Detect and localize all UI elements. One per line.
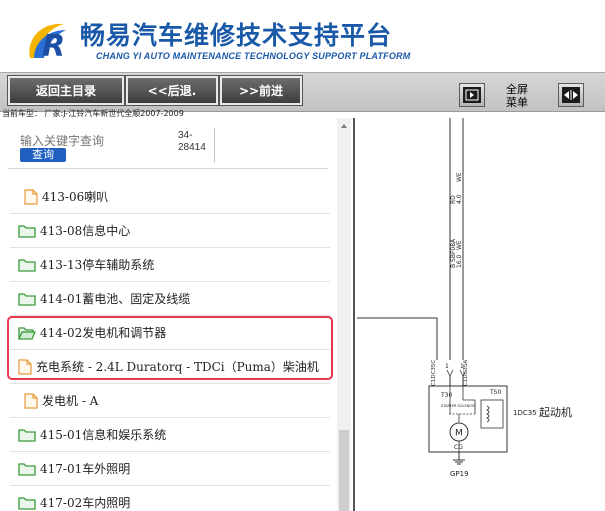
wiring-diagram: RD 4.0 WE B SBF08A 16.0 WE C1DC35C C1DC3… [357,118,572,478]
app-subtitle: CHANG YI AUTO MAINTENANCE TECHNOLOGY SUP… [96,51,411,61]
pin-left: 1 [445,363,449,370]
navigation-panel: 查询 34- 28414 413-06喇叭 413-08信息中心 413-13停… [0,118,355,511]
search-button[interactable]: 查询 [20,148,66,162]
folder-icon [18,496,36,510]
connector-left: C1DC35C [431,360,437,386]
terminal-50: T50 [489,389,501,396]
tree-item-415-01[interactable]: 415-01信息和娱乐系统 [10,418,330,452]
tree-item-label: 413-13停车辅助系统 [40,258,155,272]
tree-item-413-06[interactable]: 413-06喇叭 [10,180,330,214]
brand-logo-icon: R [29,23,66,62]
coil-symbol [486,405,490,423]
tree-item-417-02[interactable]: 417-02车内照明 [10,486,330,511]
document-code: 34- 28414 [178,130,206,154]
diagram-panel: RD 4.0 WE B SBF08A 16.0 WE C1DC35C C1DC3… [357,118,605,511]
solenoid-label: STARTER SOLENOID [441,404,476,408]
fullscreen-label-line1: 全屏 [506,83,528,96]
ground-code: GP19 [450,470,469,478]
tree-item-417-01[interactable]: 417-01车外照明 [10,452,330,486]
component-name: 起动机 [539,405,572,419]
folder-icon [18,292,36,306]
ground-terminal: CG [454,444,463,451]
fullscreen-menu-label[interactable]: 全屏 菜单 [506,83,546,109]
svg-text:R: R [42,29,65,62]
toggle-panel-button[interactable] [459,83,485,107]
solenoid-winding [480,399,504,429]
header: R 畅易汽车维修技术支持平台 CHANG YI AUTO MAINTENANCE… [0,0,605,72]
wire1-code: WE [456,172,463,182]
component-code: 1DC35 [513,409,537,417]
divider [214,128,215,162]
scrollbar-thumb[interactable] [339,430,349,511]
tree-item-generator-a[interactable]: 发电机 - A [10,384,330,418]
file-icon [24,392,38,409]
connector-symbol [446,369,454,377]
wire1-spec: 4.0 [456,194,463,204]
tree-item-label: 417-01车外照明 [40,462,131,476]
tree-item-413-13[interactable]: 413-13停车辅助系统 [10,248,330,282]
tree-item-414-01[interactable]: 414-01蓄电池、固定及线缆 [10,282,330,316]
split-view-button[interactable] [558,83,584,107]
selection-highlight [7,316,333,380]
back-button[interactable]: <<后退. [125,75,219,106]
tree-item-label: 413-08信息中心 [40,224,131,238]
fullscreen-label-line2: 菜单 [506,96,528,109]
pin-right: 1 [460,363,464,370]
forward-button[interactable]: >>前进 [219,75,303,106]
folder-icon [18,224,36,238]
document-code-line2: 28414 [178,142,206,153]
folder-icon [18,462,36,476]
wire2-code2: WE [456,240,463,250]
tree-item-label: 417-02车内照明 [40,496,131,510]
tree-item-label: 415-01信息和娱乐系统 [40,428,167,442]
tree-item-label: 发电机 - A [42,394,99,408]
wire-line [357,317,438,360]
tree-item-413-08[interactable]: 413-08信息中心 [10,214,330,248]
toolbar: 返回主目录 <<后退. >>前进 全屏 菜单 [0,72,605,112]
divider [8,168,328,169]
terminal-30: T30 [440,392,452,399]
folder-icon [18,258,36,272]
tree-item-label: 413-06喇叭 [42,190,109,204]
scrollbar[interactable] [337,118,351,511]
app-title: 畅易汽车维修技术支持平台 [80,21,393,50]
folder-icon [18,428,36,442]
document-code-line1: 34- [178,130,193,141]
panel-arrow-icon [463,87,481,103]
split-arrows-icon [562,87,580,103]
scroll-up-arrow-icon[interactable] [339,121,349,131]
file-icon [24,188,38,205]
wire2-code: 16.0 [456,254,463,268]
home-button[interactable]: 返回主目录 [7,75,125,106]
motor-label: M [455,429,463,439]
connector-right: C1DC35A [463,360,469,386]
tree-item-label: 414-01蓄电池、固定及线缆 [40,292,191,306]
